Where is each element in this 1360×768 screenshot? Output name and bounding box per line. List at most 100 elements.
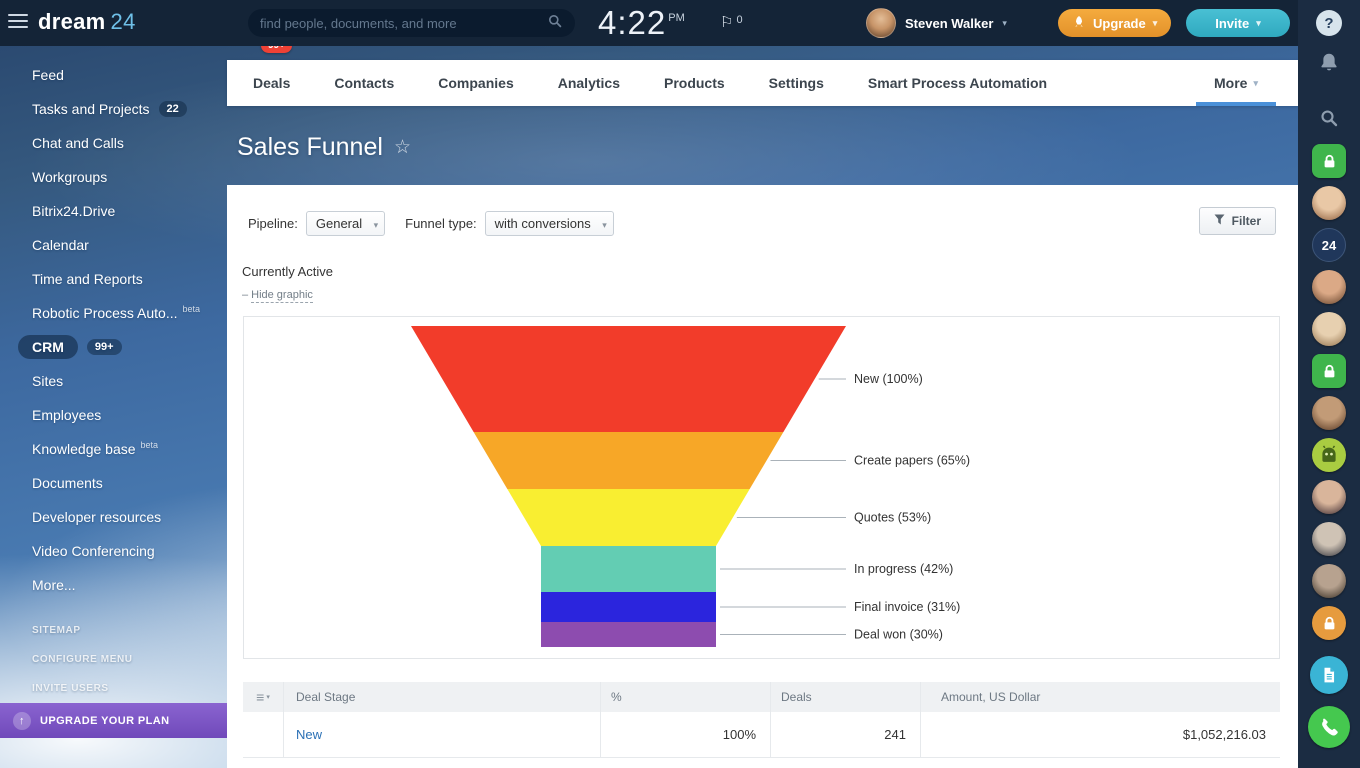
search-icon[interactable] — [1319, 108, 1339, 128]
grid-settings-button[interactable]: ≡▾ — [243, 682, 283, 712]
tab-smart-process-automation[interactable]: Smart Process Automation — [846, 60, 1069, 106]
sidebar-item-label: Tasks and Projects — [32, 101, 150, 117]
flag-counter[interactable]: ⚐0 — [720, 13, 743, 31]
sidebar-item-robotic-process-auto[interactable]: Robotic Process Auto...beta — [0, 296, 227, 330]
search-input[interactable] — [260, 16, 547, 31]
sidebar-menu: FeedTasks and Projects22Chat and Calls Wo… — [0, 46, 227, 602]
filter-funnel-icon — [1214, 214, 1225, 228]
sidebar-item-label: Workgroups — [32, 169, 107, 185]
funnel-stage-deal-won[interactable] — [541, 622, 716, 647]
funnel-stage-quotes[interactable] — [507, 489, 749, 546]
doc-export-icon[interactable] — [1310, 656, 1348, 694]
deal-stage-table: ≡▾Deal Stage%DealsAmount, US Dollar New 10… — [243, 682, 1280, 758]
col-deal-stage[interactable]: Deal Stage — [283, 682, 600, 712]
tab-contacts[interactable]: Contacts — [312, 60, 416, 106]
user-avatar[interactable] — [1312, 480, 1346, 514]
col-deals[interactable]: Deals — [770, 682, 920, 712]
favorite-star-icon[interactable]: ☆ — [394, 136, 411, 159]
avatar — [866, 8, 896, 38]
filter-bar: Pipeline: General▾ Funnel type: with con… — [248, 211, 614, 236]
sidebar-item-knowledge-base[interactable]: Knowledge basebeta — [0, 432, 227, 466]
badge-text: 24 — [1312, 228, 1346, 262]
funnel-stage-create-papers[interactable] — [474, 432, 784, 489]
hamburger-menu-icon[interactable] — [8, 14, 28, 30]
collapse-icon: – — [242, 289, 248, 301]
pipeline-value: General — [316, 216, 362, 231]
sidebar-item-employees[interactable]: Employees — [0, 398, 227, 432]
user-menu[interactable]: Steven Walker ▾ — [866, 8, 1007, 38]
clock[interactable]: 4:22PM — [598, 4, 685, 42]
sidebar-item-label: Calendar — [32, 237, 89, 253]
lock-icon[interactable] — [1312, 144, 1346, 178]
help-button[interactable]: ? — [1316, 10, 1342, 36]
tab-deals[interactable]: Deals99+ — [231, 60, 312, 106]
brand-suffix: 24 — [111, 9, 136, 34]
user-avatar[interactable] — [1312, 522, 1346, 556]
invite-button[interactable]: Invite ▾ — [1186, 9, 1290, 37]
funnel-stage-new[interactable] — [411, 326, 846, 432]
bitrix24-badge[interactable]: 24 — [1312, 228, 1346, 262]
funnel-stage-final-invoice[interactable] — [541, 592, 716, 622]
lock-icon — [1312, 354, 1346, 388]
tab-analytics[interactable]: Analytics — [536, 60, 642, 106]
chevron-down-icon: ▾ — [1153, 18, 1158, 29]
lock-icon[interactable] — [1312, 354, 1346, 388]
android-icon[interactable] — [1312, 438, 1346, 472]
cell-percent: 100% — [600, 712, 770, 757]
sidebar-item-bitrix24-drive[interactable]: Bitrix24.Drive — [0, 194, 227, 228]
user-avatar[interactable] — [1312, 312, 1346, 346]
upgrade-plan-label: UPGRADE YOUR PLAN — [40, 715, 169, 727]
avatar-image — [1312, 480, 1346, 514]
tab-companies[interactable]: Companies — [416, 60, 535, 106]
sidebar-item-developer-resources[interactable]: Developer resources — [0, 500, 227, 534]
phone-icon[interactable] — [1308, 706, 1350, 748]
row-menu[interactable] — [243, 712, 283, 757]
funnel-stage-label: Quotes (53%) — [854, 511, 931, 525]
hide-graphic-link[interactable]: –Hide graphic — [242, 289, 313, 301]
chevron-down-icon: ▾ — [602, 220, 607, 231]
col-amount[interactable]: Amount, US Dollar — [920, 682, 1280, 712]
sidebar-item-calendar[interactable]: Calendar — [0, 228, 227, 262]
tab-more[interactable]: More ▾ — [1202, 60, 1270, 106]
sidebar-item-crm[interactable]: CRM99+ — [0, 330, 227, 364]
stage-link[interactable]: New — [296, 727, 322, 742]
sidebar-item-documents[interactable]: Documents — [0, 466, 227, 500]
sidebar-item-sites[interactable]: Sites — [0, 364, 227, 398]
sidebar-item-more[interactable]: More... — [0, 568, 227, 602]
funnel-stage-in-progress[interactable] — [541, 546, 716, 592]
top-bar: dream24 4:22PM ⚐0 Steven Walker ▾ Upgrad… — [0, 0, 1298, 46]
notifications-bell-icon[interactable] — [1318, 52, 1340, 74]
sidebar-item-time-and-reports[interactable]: Time and Reports — [0, 262, 227, 296]
app-logo[interactable]: dream24 — [38, 9, 136, 35]
global-search[interactable] — [248, 9, 575, 37]
sidebar-footer-link-sitemap[interactable]: SITEMAP — [0, 616, 227, 645]
sidebar-item-label: Video Conferencing — [32, 543, 155, 559]
lock-icon[interactable] — [1312, 606, 1346, 640]
user-avatar[interactable] — [1312, 564, 1346, 598]
user-avatar[interactable] — [1312, 186, 1346, 220]
upgrade-plan-button[interactable]: ↑ UPGRADE YOUR PLAN — [0, 703, 227, 738]
avatar-image — [1312, 186, 1346, 220]
user-avatar[interactable] — [1312, 270, 1346, 304]
tab-products[interactable]: Products — [642, 60, 747, 106]
sidebar-item-workgroups[interactable]: Workgroups — [0, 160, 227, 194]
tab-settings[interactable]: Settings — [747, 60, 846, 106]
funnel-type-select[interactable]: with conversions▾ — [485, 211, 614, 236]
sidebar-item-tasks-and-projects[interactable]: Tasks and Projects22 — [0, 92, 227, 126]
sidebar-item-label: Employees — [32, 407, 101, 423]
pipeline-select[interactable]: General▾ — [306, 211, 385, 236]
sidebar-footer-link-configure-menu[interactable]: CONFIGURE MENU — [0, 645, 227, 674]
chevron-down-icon: ▾ — [1256, 18, 1261, 29]
crm-nav: Deals99+ContactsCompaniesAnalytics Produc… — [227, 60, 1298, 106]
sidebar-item-label: Time and Reports — [32, 271, 143, 287]
sidebar-item-chat-and-calls[interactable]: Chat and Calls — [0, 126, 227, 160]
col-percent[interactable]: % — [600, 682, 770, 712]
funnel-stage-label: Final invoice (31%) — [854, 600, 960, 614]
sidebar-item-feed[interactable]: Feed — [0, 58, 227, 92]
sidebar-item-video-conferencing[interactable]: Video Conferencing — [0, 534, 227, 568]
sidebar-footer-link-invite-users[interactable]: INVITE USERS — [0, 674, 227, 703]
filter-button[interactable]: Filter — [1199, 207, 1276, 235]
upgrade-button[interactable]: Upgrade ▾ — [1058, 9, 1171, 37]
tab-label: Products — [664, 75, 725, 91]
user-avatar[interactable] — [1312, 396, 1346, 430]
